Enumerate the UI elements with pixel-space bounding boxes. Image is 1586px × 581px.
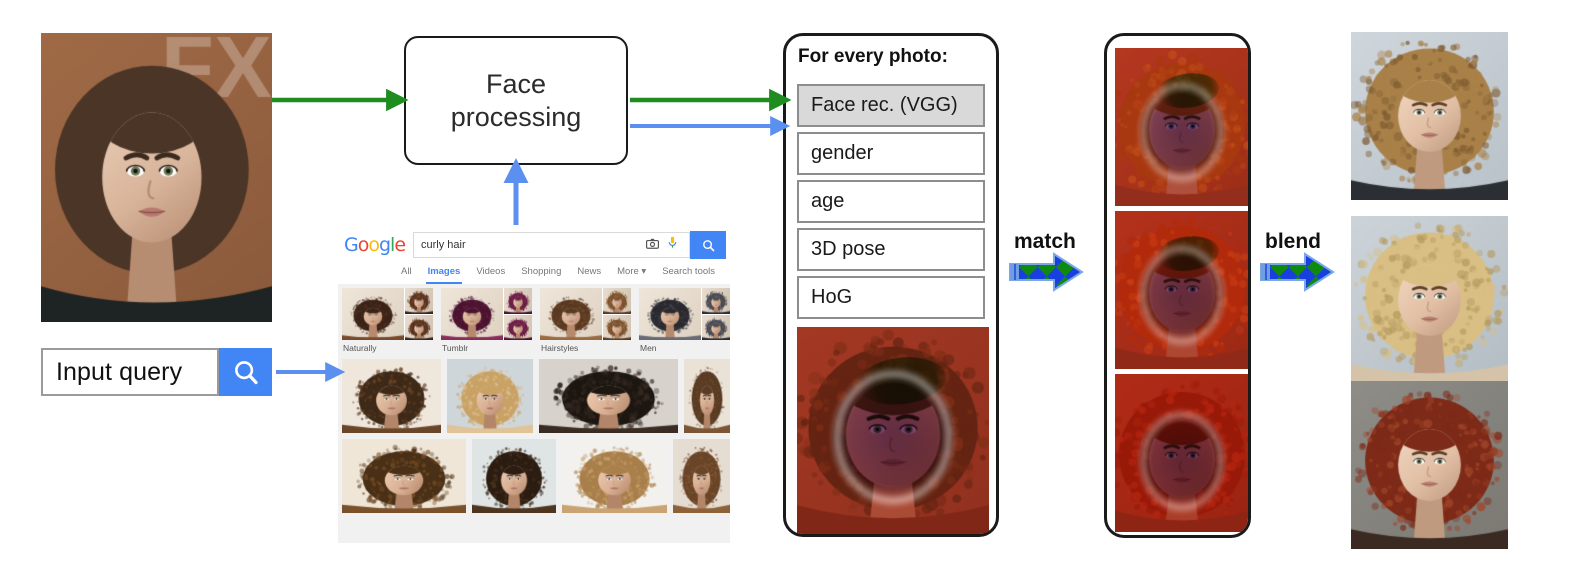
google-image-result[interactable] <box>672 439 730 513</box>
google-nav-tabs: All Images Videos Shopping News More ▾ Search … <box>338 262 730 284</box>
input-photo <box>41 33 272 322</box>
for-every-photo-title: For every photo: <box>798 46 948 67</box>
blended-result-canvas <box>1351 216 1508 384</box>
matched-face-canvas <box>1115 211 1248 369</box>
google-category-side-thumbs <box>702 288 730 340</box>
google-category-side-thumbs <box>603 288 631 340</box>
blended-result-item <box>1351 32 1508 200</box>
matched-face-item <box>1115 211 1248 369</box>
match-block-arrow <box>1009 252 1084 292</box>
google-search-panel: Google curly hair All Images Videos Shop… <box>338 228 730 543</box>
search-button[interactable] <box>219 348 272 396</box>
google-category-hairstyles[interactable]: Hairstyles <box>540 288 631 353</box>
google-category-main-thumb <box>639 288 701 340</box>
google-nav-tab-shopping[interactable]: Shopping <box>521 266 561 281</box>
google-searchbar-row: Google curly hair <box>338 228 730 262</box>
google-category-label: Tumblr <box>442 343 469 353</box>
google-category-naturally[interactable]: Naturally <box>342 288 433 353</box>
matched-face-item <box>1115 374 1248 532</box>
matched-face-canvas <box>1115 374 1248 532</box>
google-category-label: Men <box>640 343 657 353</box>
attribute-item-gender[interactable]: gender <box>797 132 985 175</box>
face-processing-label: Face processing <box>451 68 582 134</box>
google-nav-tab-all[interactable]: All <box>401 266 412 281</box>
for-every-photo-panel: For every photo: Face rec. (VGG) gender ag… <box>783 33 999 537</box>
google-category-thumbs <box>639 288 730 340</box>
google-category-side-thumbs <box>504 288 532 340</box>
google-category-main-thumb <box>540 288 602 340</box>
google-nav-tab-more[interactable]: More ▾ <box>617 266 646 281</box>
google-category-main-thumb <box>342 288 404 340</box>
google-image-result[interactable] <box>471 439 556 513</box>
google-category-label: Hairstyles <box>541 343 579 353</box>
google-image-result[interactable] <box>447 359 533 433</box>
google-category-thumbs <box>342 288 433 340</box>
matched-face-canvas <box>1115 48 1248 206</box>
input-query-label: Input query <box>56 357 183 386</box>
attribute-item-label: age <box>811 190 845 212</box>
google-nav-tab-images[interactable]: Images <box>425 266 463 284</box>
google-search-submit-button[interactable] <box>690 231 726 259</box>
google-image-result[interactable] <box>538 359 679 433</box>
blend-block-arrow <box>1260 252 1335 292</box>
attribute-item-hog[interactable]: HoG <box>797 276 985 319</box>
diagram-stage: Input query Face processing Google curly… <box>0 0 1586 581</box>
attribute-item-age[interactable]: age <box>797 180 985 223</box>
google-logo: Google <box>344 234 406 256</box>
attribute-list: Face rec. (VGG) gender age 3D pose HoG <box>797 84 985 324</box>
camera-icon[interactable] <box>646 236 659 254</box>
blended-result-canvas <box>1351 381 1508 549</box>
google-category-main-thumb <box>441 288 503 340</box>
face-processing-box: Face processing <box>404 36 628 165</box>
matched-faces-column <box>1104 33 1251 538</box>
google-image-result[interactable] <box>684 359 730 433</box>
attribute-item-face-rec-vgg[interactable]: Face rec. (VGG) <box>797 84 985 127</box>
attribute-item-label: gender <box>811 142 874 164</box>
google-category-row: Naturally Tumblr Hairstyles Men <box>340 288 730 353</box>
attribute-item-label: Face rec. (VGG) <box>811 94 958 116</box>
face-processing-label-line2: processing <box>450 101 582 132</box>
blend-step-label: blend <box>1265 230 1321 253</box>
blended-result-item <box>1351 381 1508 549</box>
input-photo-canvas <box>41 33 272 322</box>
attribute-item-label: HoG <box>811 286 853 308</box>
google-nav-tab-search-tools[interactable]: Search tools <box>662 266 715 281</box>
microphone-icon[interactable] <box>668 236 677 254</box>
google-search-input[interactable]: curly hair <box>413 232 690 258</box>
face-processing-label-line1: Face <box>485 68 546 99</box>
google-category-label: Naturally <box>343 343 377 353</box>
google-nav-tab-videos[interactable]: Videos <box>476 266 505 281</box>
google-category-men[interactable]: Men <box>639 288 730 353</box>
input-query-box[interactable]: Input query <box>41 348 219 396</box>
blended-result-item <box>1351 216 1508 384</box>
google-category-side-thumbs <box>405 288 433 340</box>
match-step-label: match <box>1014 230 1076 253</box>
segmented-face-preview-canvas <box>797 327 989 534</box>
google-category-thumbs <box>441 288 532 340</box>
google-nav-tab-news[interactable]: News <box>577 266 601 281</box>
segmented-face-preview <box>797 327 989 534</box>
google-results-area: Naturally Tumblr Hairstyles Men <box>338 284 730 543</box>
google-category-thumbs <box>540 288 631 340</box>
attribute-item-3d-pose[interactable]: 3D pose <box>797 228 985 271</box>
attribute-item-label: 3D pose <box>811 238 886 260</box>
search-icon <box>234 361 258 385</box>
matched-face-item <box>1115 48 1248 206</box>
google-image-result[interactable] <box>342 439 466 513</box>
google-image-result[interactable] <box>342 359 442 433</box>
google-query-text: curly hair <box>421 239 466 251</box>
google-image-row-1 <box>340 359 730 433</box>
blended-result-canvas <box>1351 32 1508 200</box>
google-image-result[interactable] <box>561 439 667 513</box>
google-category-tumblr[interactable]: Tumblr <box>441 288 532 353</box>
search-icon <box>702 239 714 251</box>
google-image-row-2 <box>340 439 730 513</box>
